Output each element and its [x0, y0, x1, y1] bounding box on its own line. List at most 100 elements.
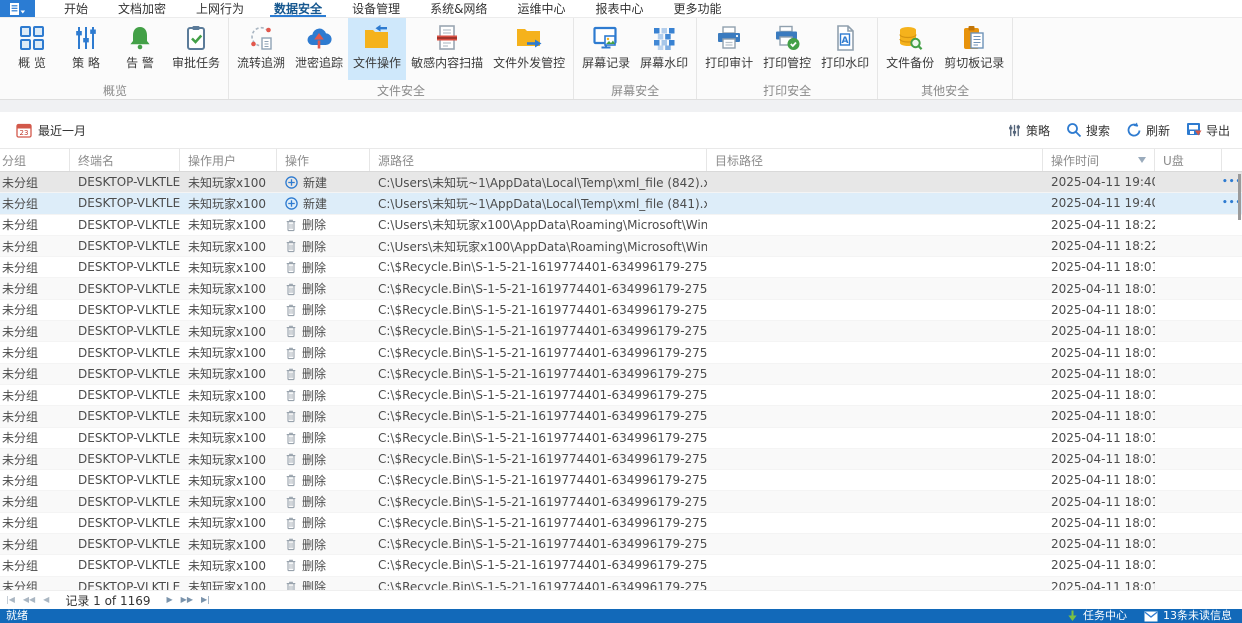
table-row[interactable]: 未分组 DESKTOP-VLKTLE1 未知玩家x100 删除 C:\Users\未知玩… [0, 215, 1242, 236]
file-ops-folder-icon [363, 24, 391, 52]
ribbon-button-4-1[interactable]: 打印审计 [700, 18, 758, 80]
toolbar-action-1[interactable]: 策略 [1007, 122, 1050, 139]
table-row[interactable]: 未分组 DESKTOP-VLKTLE1 未知玩家x100 删除 C:\$Recycle.… [0, 448, 1242, 471]
filter-caret-icon[interactable] [1134, 156, 1146, 165]
ribbon-button-1-2[interactable]: 策 略 [59, 18, 113, 80]
task-center-button[interactable]: 任务中心 [1083, 609, 1127, 623]
table-row[interactable]: 未分组 DESKTOP-VLKTLE1 未知玩家x100 新建 C:\Users\未知玩… [0, 172, 1242, 194]
table-row[interactable]: 未分组 DESKTOP-VLKTLE1 未知玩家x100 删除 C:\$Recycle.… [0, 406, 1242, 428]
ribbon-button-label: 概 览 [18, 56, 46, 70]
table-row[interactable]: 未分组 DESKTOP-VLKTLE1 未知玩家x100 删除 C:\$Recycle.… [0, 342, 1242, 364]
table-row[interactable]: 未分组 DESKTOP-VLKTLE1 未知玩家x100 删除 C:\$Recycle.… [0, 257, 1242, 279]
ribbon-button-1-3[interactable]: 告 警 [113, 18, 167, 80]
column-header-3[interactable]: 操作用户 [180, 149, 277, 171]
message-icon [1144, 611, 1158, 622]
source-path-cell: C:\$Recycle.Bin\S-1-5-21-1619774401-6349… [378, 366, 707, 381]
delete-icon [285, 239, 297, 253]
table-row[interactable]: 未分组 DESKTOP-VLKTLE1 未知玩家x100 删除 C:\$Recycle.… [0, 555, 1242, 577]
toolbar-action-2[interactable]: 搜索 [1066, 122, 1110, 139]
menu-tab-7[interactable]: 运维中心 [502, 0, 580, 17]
ribbon-button-1-4[interactable]: 审批任务 [167, 18, 225, 80]
app-menu-button[interactable] [0, 0, 35, 17]
column-header-6[interactable]: 目标路径 [707, 149, 1043, 171]
operation-cell: 新建 [277, 174, 370, 191]
ribbon-button-4-3[interactable]: A 打印水印 [816, 18, 874, 80]
menu-bar: 开始 文档加密 上网行为 数据安全 设备管理 系统&网络 运维中心 报表中心 更多功能 [0, 0, 1242, 18]
table-row[interactable]: 未分组 DESKTOP-VLKTLE1 未知玩家x100 新建 C:\Users\未知玩… [0, 193, 1242, 215]
table-row[interactable]: 未分组 DESKTOP-VLKTLE1 未知玩家x100 删除 C:\$Recycle.… [0, 470, 1242, 492]
menu-tab-2[interactable]: 文档加密 [103, 0, 181, 17]
group-cell: 未分组 [2, 537, 39, 552]
operation-cell: 删除 [277, 301, 370, 318]
menu-tab-6[interactable]: 系统&网络 [415, 0, 502, 17]
user-cell: 未知玩家x100 [188, 260, 267, 275]
unread-messages-button[interactable]: 13条未读信息 [1163, 609, 1232, 623]
table-row[interactable]: 未分组 DESKTOP-VLKTLE1 未知玩家x100 删除 C:\$Recycle.… [0, 300, 1242, 322]
table-row[interactable]: 未分组 DESKTOP-VLKTLE1 未知玩家x100 删除 C:\$Recycle.… [0, 428, 1242, 449]
column-header-1[interactable]: 分组 [0, 149, 70, 171]
first-page-icon[interactable]: |◀ [4, 596, 17, 604]
column-header-2[interactable]: 终端名 [70, 149, 180, 171]
ribbon-group-4: 打印审计 打印管控 A 打印水印 打印安全 [697, 18, 879, 99]
table-row[interactable]: 未分组 DESKTOP-VLKTLE1 未知玩家x100 删除 C:\$Recycle.… [0, 491, 1242, 513]
operation-cell: 删除 [277, 323, 370, 340]
user-cell: 未知玩家x100 [188, 175, 267, 190]
ribbon-button-2-1[interactable]: 流转追溯 [232, 18, 290, 80]
fast-next-icon[interactable]: ▶▶ [179, 596, 195, 604]
vertical-scrollbar-thumb[interactable] [1238, 174, 1241, 220]
ribbon-button-2-3[interactable]: 文件操作 [348, 18, 407, 80]
date-range-filter[interactable]: 23 最近一月 [16, 122, 86, 139]
ribbon-button-1-1[interactable]: 概 览 [5, 18, 59, 80]
table-row[interactable]: 未分组 DESKTOP-VLKTLE1 未知玩家x100 删除 C:\$Recycle.… [0, 513, 1242, 535]
table-row[interactable]: 未分组 DESKTOP-VLKTLE1 未知玩家x100 删除 C:\$Recycle.… [0, 385, 1242, 407]
menu-tab-9[interactable]: 更多功能 [658, 0, 736, 17]
toolbar-action-4[interactable]: 导出 [1186, 122, 1230, 139]
menu-tab-5[interactable]: 设备管理 [337, 0, 415, 17]
toolbar-action-3[interactable]: 刷新 [1126, 122, 1170, 139]
table-row[interactable]: 未分组 DESKTOP-VLKTLE1 未知玩家x100 删除 C:\$Recycle.… [0, 363, 1242, 385]
ribbon-button-2-2[interactable]: 泄密追踪 [290, 18, 348, 80]
ribbon-button-5-2[interactable]: 剪切板记录 [939, 18, 1009, 80]
last-page-icon[interactable]: ▶| [199, 596, 212, 604]
ribbon-button-4-2[interactable]: 打印管控 [758, 18, 816, 80]
column-header-5[interactable]: 源路径 [370, 149, 707, 171]
source-path-cell: C:\$Recycle.Bin\S-1-5-21-1619774401-6349… [378, 345, 707, 360]
ribbon-button-2-4[interactable]: 敏感内容扫描 [406, 18, 488, 80]
time-cell: 2025-04-11 19:40:27 [1051, 196, 1155, 211]
menu-tab-4[interactable]: 数据安全 [259, 0, 337, 17]
table-row[interactable]: 未分组 DESKTOP-VLKTLE1 未知玩家x100 删除 C:\Users\未知玩… [0, 235, 1242, 258]
table-row[interactable]: 未分组 DESKTOP-VLKTLE1 未知玩家x100 删除 C:\$Recycle.… [0, 576, 1242, 590]
table-row[interactable]: 未分组 DESKTOP-VLKTLE1 未知玩家x100 删除 C:\$Recycle.… [0, 534, 1242, 556]
column-header-actions [1222, 149, 1242, 171]
terminal-cell: DESKTOP-VLKTLE1 [78, 409, 180, 424]
policy-sliders-icon [72, 24, 100, 52]
search-icon [1066, 122, 1082, 138]
ribbon-button-5-1[interactable]: 文件备份 [881, 18, 939, 80]
source-path-cell: C:\$Recycle.Bin\S-1-5-21-1619774401-6349… [378, 324, 707, 339]
table-row[interactable]: 未分组 DESKTOP-VLKTLE1 未知玩家x100 删除 C:\$Recycle.… [0, 278, 1242, 300]
refresh-icon [1126, 122, 1142, 138]
ribbon-button-3-1[interactable]: 屏幕记录 [577, 18, 635, 80]
table-row[interactable]: 未分组 DESKTOP-VLKTLE1 未知玩家x100 删除 C:\$Recycle.… [0, 321, 1242, 343]
create-icon [285, 175, 298, 189]
menu-tab-3[interactable]: 上网行为 [181, 0, 259, 17]
next-page-icon[interactable]: ▶ [165, 596, 175, 604]
fast-prev-icon[interactable]: ◀◀ [21, 596, 37, 604]
source-path-cell: C:\$Recycle.Bin\S-1-5-21-1619774401-6349… [378, 452, 707, 466]
column-header-4[interactable]: 操作 [277, 149, 370, 171]
menu-tab-1[interactable]: 开始 [49, 0, 103, 17]
column-header-7[interactable]: 操作时间 [1043, 149, 1155, 171]
column-header-8[interactable]: U盘 [1155, 149, 1222, 171]
time-cell: 2025-04-11 18:01:38 [1051, 302, 1155, 317]
menu-tab-8[interactable]: 报表中心 [580, 0, 658, 17]
group-cell: 未分组 [2, 516, 39, 531]
terminal-cell: DESKTOP-VLKTLE1 [78, 302, 180, 317]
ribbon-button-3-2[interactable]: 屏幕水印 [635, 18, 693, 80]
prev-page-icon[interactable]: ◀ [41, 596, 51, 604]
operation-label: 删除 [302, 495, 327, 510]
operation-cell: 删除 [277, 557, 370, 574]
record-count-label: 记录 1 of 1169 [65, 593, 151, 608]
ribbon-button-2-5[interactable]: 文件外发管控 [488, 18, 570, 80]
source-path-cell: C:\$Recycle.Bin\S-1-5-21-1619774401-6349… [378, 409, 707, 424]
operation-cell: 删除 [277, 216, 370, 233]
